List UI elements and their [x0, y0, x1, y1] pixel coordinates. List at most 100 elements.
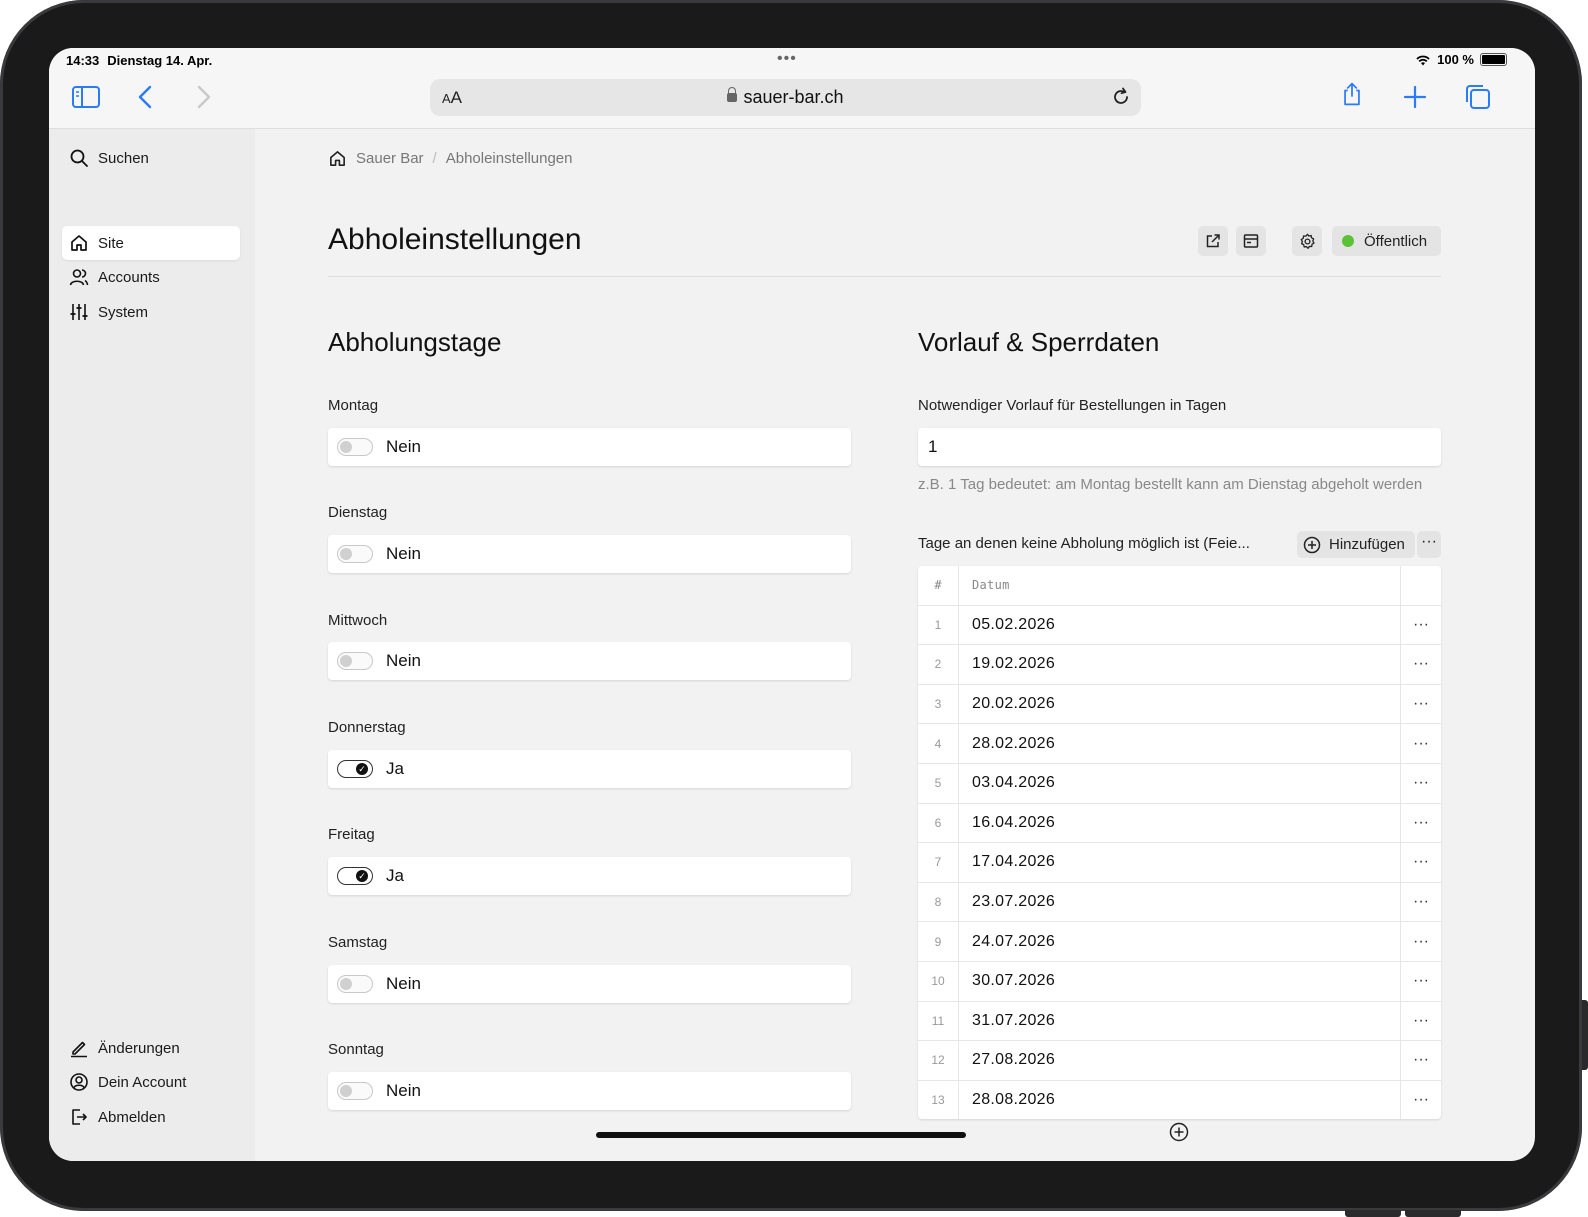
- sidebar-item-system[interactable]: System: [62, 295, 240, 329]
- window-icon: [1243, 234, 1259, 248]
- toggle-monday[interactable]: Nein: [328, 428, 851, 466]
- row-date[interactable]: 28.02.2026: [959, 735, 1400, 753]
- home-indicator[interactable]: [596, 1132, 966, 1138]
- row-date[interactable]: 28.08.2026: [959, 1091, 1400, 1109]
- table-row[interactable]: 2 19.02.2026 ···: [918, 645, 1441, 685]
- table-row[interactable]: 1 05.02.2026 ···: [918, 605, 1441, 646]
- multitasking-dots[interactable]: •••: [777, 50, 797, 68]
- toggle-sunday[interactable]: Nein: [328, 1072, 851, 1110]
- url-display[interactable]: sauer-bar.ch: [430, 87, 1141, 108]
- row-date[interactable]: 27.08.2026: [959, 1051, 1400, 1069]
- toggle-wednesday[interactable]: Nein: [328, 642, 851, 680]
- preview-button[interactable]: [1236, 226, 1266, 256]
- row-actions-button[interactable]: ···: [1400, 1041, 1441, 1080]
- share-icon[interactable]: [1337, 81, 1367, 107]
- row-actions-button[interactable]: ···: [1400, 843, 1441, 882]
- table-row[interactable]: 9 24.07.2026 ···: [918, 922, 1441, 962]
- row-actions-button[interactable]: ···: [1400, 763, 1441, 803]
- toggle-switch[interactable]: ✓: [337, 760, 373, 778]
- row-actions-button[interactable]: ···: [1400, 803, 1441, 843]
- row-actions-button[interactable]: ···: [1400, 1001, 1441, 1041]
- status-label: Öffentlich: [1364, 232, 1428, 250]
- back-icon[interactable]: [131, 84, 161, 110]
- sidebar-search[interactable]: Suchen: [62, 141, 240, 175]
- column-header-date[interactable]: Datum: [959, 578, 1400, 592]
- row-date[interactable]: 19.02.2026: [959, 655, 1400, 673]
- field-help-text: z.B. 1 Tag bedeutet: am Montag bestellt …: [918, 476, 1423, 493]
- toggle-saturday[interactable]: Nein: [328, 965, 851, 1003]
- table-row[interactable]: 4 28.02.2026 ···: [918, 724, 1441, 764]
- lock-icon: [727, 87, 738, 102]
- toggle-thursday[interactable]: ✓ Ja: [328, 750, 851, 788]
- table-row[interactable]: 3 20.02.2026 ···: [918, 684, 1441, 725]
- lead-days-input[interactable]: 1: [918, 428, 1441, 466]
- sidebar-item-my-account[interactable]: Dein Account: [62, 1065, 240, 1099]
- toggle-switch[interactable]: [337, 652, 373, 670]
- plus-circle-icon[interactable]: [1169, 1122, 1189, 1142]
- tabs-overview-icon[interactable]: [1463, 84, 1493, 110]
- row-actions-button[interactable]: ···: [1400, 961, 1441, 1001]
- forward-icon[interactable]: [188, 84, 218, 110]
- row-date[interactable]: 20.02.2026: [959, 695, 1400, 713]
- status-indicators: 100 %: [1415, 52, 1507, 67]
- row-actions-button[interactable]: ···: [1400, 684, 1441, 724]
- sidebar-toggle-icon[interactable]: [71, 84, 101, 110]
- sidebar-item-site[interactable]: Site: [62, 226, 240, 260]
- sidebar-item-logout[interactable]: Abmelden: [62, 1100, 240, 1134]
- row-index: 9: [918, 922, 959, 961]
- row-actions-button[interactable]: ···: [1400, 882, 1441, 922]
- row-date[interactable]: 03.04.2026: [959, 774, 1400, 792]
- table-row[interactable]: 7 17.04.2026 ···: [918, 843, 1441, 883]
- row-date[interactable]: 05.02.2026: [959, 616, 1400, 634]
- settings-button[interactable]: [1292, 226, 1322, 256]
- toggle-switch[interactable]: [337, 438, 373, 456]
- field-label-thursday: Donnerstag: [328, 719, 406, 736]
- row-date[interactable]: 16.04.2026: [959, 814, 1400, 832]
- more-options-button[interactable]: ···: [1417, 531, 1441, 558]
- reload-icon[interactable]: [1111, 87, 1131, 107]
- toggle-switch[interactable]: [337, 545, 373, 563]
- row-date[interactable]: 24.07.2026: [959, 933, 1400, 951]
- address-bar[interactable]: AA sauer-bar.ch: [430, 79, 1141, 116]
- table-row[interactable]: 11 31.07.2026 ···: [918, 1001, 1441, 1042]
- table-row[interactable]: 8 23.07.2026 ···: [918, 882, 1441, 923]
- row-actions-button[interactable]: ···: [1400, 1080, 1441, 1120]
- row-date[interactable]: 17.04.2026: [959, 853, 1400, 871]
- sidebar-item-changes[interactable]: Änderungen: [62, 1031, 240, 1065]
- row-date[interactable]: 23.07.2026: [959, 893, 1400, 911]
- table-row[interactable]: 5 03.04.2026 ···: [918, 763, 1441, 804]
- toggle-friday[interactable]: ✓ Ja: [328, 857, 851, 895]
- publish-status-button[interactable]: Öffentlich: [1332, 226, 1441, 256]
- row-date[interactable]: 31.07.2026: [959, 1012, 1400, 1030]
- table-row[interactable]: 13 28.08.2026 ···: [918, 1080, 1441, 1120]
- field-label-monday: Montag: [328, 397, 379, 414]
- status-dot: [1342, 235, 1354, 247]
- status-clock: 14:33 Dienstag 14. Apr.: [66, 53, 213, 68]
- row-actions-button[interactable]: ···: [1400, 724, 1441, 763]
- breadcrumb-link[interactable]: Sauer Bar: [356, 150, 424, 167]
- row-index: 4: [918, 724, 959, 763]
- toggle-tuesday[interactable]: Nein: [328, 535, 851, 573]
- row-date[interactable]: 30.07.2026: [959, 972, 1400, 990]
- row-actions-button[interactable]: ···: [1400, 922, 1441, 961]
- sidebar-item-accounts[interactable]: Accounts: [62, 260, 240, 294]
- table-row[interactable]: 10 30.07.2026 ···: [918, 961, 1441, 1002]
- blocked-dates-table: # Datum 1 05.02.2026 ··· 2 19.02.2026 ··· 3 20.…: [918, 566, 1441, 1120]
- user-circle-icon: [70, 1073, 88, 1091]
- home-icon[interactable]: [328, 149, 347, 168]
- toggle-switch[interactable]: [337, 975, 373, 993]
- section-title-pickup-days: Abholungstage: [328, 327, 502, 357]
- row-actions-button[interactable]: ···: [1400, 605, 1441, 645]
- new-tab-icon[interactable]: [1400, 84, 1430, 110]
- row-index: 8: [918, 882, 959, 922]
- toggle-switch[interactable]: [337, 1082, 373, 1100]
- table-row[interactable]: 12 27.08.2026 ···: [918, 1041, 1441, 1081]
- toggle-switch[interactable]: ✓: [337, 867, 373, 885]
- breadcrumb-current[interactable]: Abholeinstellungen: [446, 150, 573, 167]
- open-page-button[interactable]: [1198, 226, 1228, 256]
- table-row[interactable]: 6 16.04.2026 ···: [918, 803, 1441, 844]
- battery-percent: 100 %: [1437, 52, 1474, 67]
- field-label-friday: Freitag: [328, 826, 375, 843]
- row-actions-button[interactable]: ···: [1400, 645, 1441, 684]
- add-date-button[interactable]: Hinzufügen: [1297, 531, 1415, 558]
